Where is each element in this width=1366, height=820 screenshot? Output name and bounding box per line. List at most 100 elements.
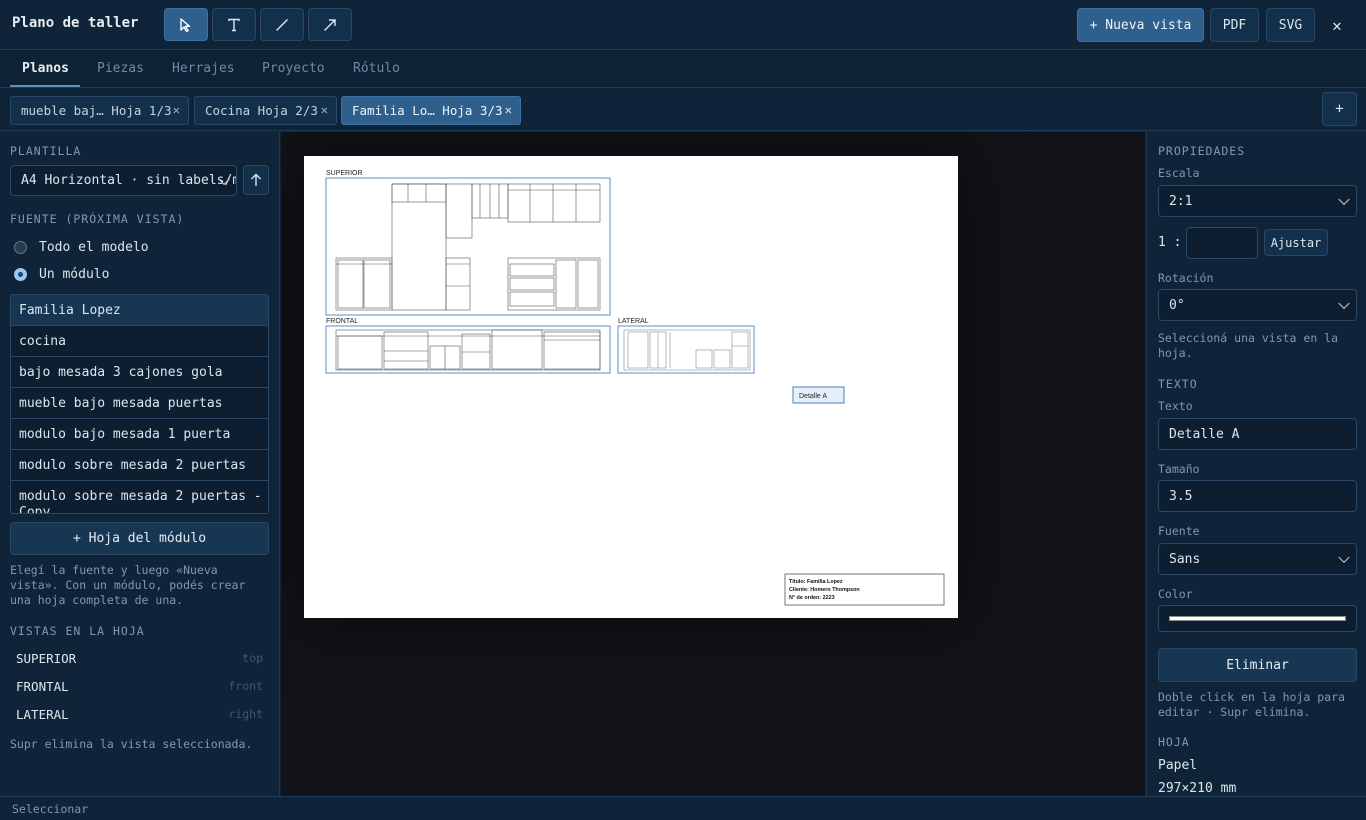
fit-button[interactable]: Ajustar <box>1264 229 1328 256</box>
template-label: PLANTILLA <box>10 144 82 158</box>
list-item[interactable]: cocina <box>11 326 268 357</box>
view-lateral[interactable] <box>617 325 755 374</box>
list-item[interactable]: modulo sobre mesada 2 puertas - Copy <box>11 481 268 513</box>
view-direction: top <box>242 651 263 665</box>
sheet-tab-label: mueble baj… Hoja 1/3 <box>21 103 172 118</box>
title-block-orden: N° de orden: 2223 <box>789 595 835 601</box>
title-block[interactable]: Título: Familia Lopez Cliente: Homero Th… <box>784 573 945 606</box>
scale-ratio-input[interactable] <box>1186 227 1258 259</box>
text-tool-button[interactable] <box>212 8 256 41</box>
export-pdf-button[interactable]: PDF <box>1210 8 1259 42</box>
sheet-tab-label: Cocina Hoja 2/3 <box>205 103 318 118</box>
left-panel: PLANTILLA A4 Horizontal · sin labels/m F… <box>0 132 280 796</box>
list-item[interactable]: Familia Lopez <box>11 295 268 326</box>
view-label-frontal: FRONTAL <box>326 318 358 325</box>
list-item[interactable]: modulo sobre mesada 2 puertas <box>11 450 268 481</box>
app-title: Plano de taller <box>12 15 139 31</box>
view-row-lateral[interactable]: LATERAL right <box>16 707 263 722</box>
view-frontal[interactable] <box>325 325 611 374</box>
rotation-value: 0° <box>1169 297 1185 313</box>
chevron-down-icon <box>1338 551 1350 564</box>
color-label: Color <box>1158 587 1193 601</box>
view-label-lateral: LATERAL <box>618 318 649 325</box>
view-name: SUPERIOR <box>16 651 77 666</box>
add-sheet-button[interactable]: + <box>1322 92 1357 126</box>
size-input[interactable]: 3.5 <box>1158 480 1357 512</box>
view-row-superior[interactable]: SUPERIOR top <box>16 651 263 666</box>
size-label: Tamaño <box>1158 462 1200 476</box>
radio-unchecked-icon[interactable] <box>14 241 27 254</box>
delete-hint: Doble click en la hoja para editar · Sup… <box>1158 690 1345 719</box>
detail-text: Detalle A <box>799 393 827 400</box>
text-icon <box>228 18 240 31</box>
view-name: LATERAL <box>16 707 69 722</box>
select-view-hint: Seleccioná una vista en la hoja. <box>1158 331 1339 360</box>
select-tool-button[interactable] <box>164 8 208 41</box>
scale-value: 2:1 <box>1169 193 1193 209</box>
rotation-select[interactable]: 0° <box>1158 289 1357 321</box>
list-item[interactable]: modulo bajo mesada 1 puerta <box>11 419 268 450</box>
paper-label: Papel <box>1158 758 1198 773</box>
sheet-tab-1[interactable]: mueble baj… Hoja 1/3 ✕ <box>10 96 189 125</box>
line-tool-button[interactable] <box>260 8 304 41</box>
view-superior[interactable] <box>325 177 611 316</box>
list-item[interactable]: mueble bajo mesada puertas <box>11 388 268 419</box>
line-icon <box>276 18 288 31</box>
chevron-down-icon <box>1338 297 1350 310</box>
text-input[interactable]: Detalle A <box>1158 418 1357 450</box>
view-label-superior: SUPERIOR <box>326 170 363 177</box>
source-label: FUENTE (PRÓXIMA VISTA) <box>10 212 185 226</box>
tab-planos[interactable]: Planos <box>22 61 69 76</box>
sheet-tabs: mueble baj… Hoja 1/3 ✕ Cocina Hoja 2/3 ✕… <box>0 89 1366 131</box>
tab-proyecto[interactable]: Proyecto <box>262 61 325 76</box>
font-label: Fuente <box>1158 524 1200 538</box>
tab-piezas[interactable]: Piezas <box>97 61 144 76</box>
sheet-drawing: SUPERIOR FRONTAL LATERAL Detalle A Títul… <box>325 170 945 606</box>
scale-select[interactable]: 2:1 <box>1158 185 1357 217</box>
sheet-section-label: HOJA <box>1158 735 1190 749</box>
sheet-tab-2[interactable]: Cocina Hoja 2/3 ✕ <box>194 96 337 125</box>
radio-checked-icon[interactable] <box>14 268 27 281</box>
close-icon[interactable]: ✕ <box>321 103 328 117</box>
color-swatch <box>1169 616 1346 621</box>
tab-herrajes[interactable]: Herrajes <box>172 61 235 76</box>
title-block-titulo: Título: Familia Lopez <box>789 579 843 585</box>
radio-label: Un módulo <box>39 267 110 282</box>
font-select[interactable]: Sans <box>1158 543 1357 575</box>
tab-rotulo[interactable]: Rótulo <box>353 61 400 76</box>
paper-size: 297×210 mm <box>1158 781 1237 796</box>
arrow-up-icon <box>251 173 261 186</box>
drawing-sheet[interactable]: SUPERIOR FRONTAL LATERAL Detalle A Títul… <box>304 156 958 618</box>
rotation-label: Rotación <box>1158 271 1214 285</box>
arrow-tool-button[interactable] <box>308 8 352 41</box>
view-name: FRONTAL <box>16 679 69 694</box>
properties-label: PROPIEDADES <box>1158 144 1246 158</box>
close-icon[interactable]: ✕ <box>173 103 180 117</box>
title-block-cliente: Cliente: Homero Thompson <box>789 587 860 593</box>
detail-text-label[interactable]: Detalle A <box>792 386 845 404</box>
radio-one-module[interactable]: Un módulo <box>14 267 109 282</box>
chevron-down-icon <box>1338 193 1350 206</box>
drawing-canvas[interactable]: SUPERIOR FRONTAL LATERAL Detalle A Títul… <box>281 132 1145 796</box>
close-icon[interactable]: ✕ <box>505 103 512 117</box>
source-help-text: Elegí la fuente y luego «Nueva vista». C… <box>10 563 246 607</box>
delete-button[interactable]: Eliminar <box>1158 648 1357 682</box>
views-help-text: Supr elimina la vista seleccionada. <box>10 737 253 751</box>
active-tab-indicator <box>10 85 80 87</box>
new-view-button[interactable]: + Nueva vista <box>1077 8 1204 42</box>
list-item[interactable]: bajo mesada 3 cajones gola <box>11 357 268 388</box>
view-row-frontal[interactable]: FRONTAL front <box>16 679 263 694</box>
module-sheet-button[interactable]: + Hoja del módulo <box>10 522 269 555</box>
color-picker[interactable] <box>1158 605 1357 632</box>
move-up-button[interactable] <box>243 165 269 195</box>
ratio-prefix: 1 : <box>1158 235 1182 250</box>
font-value: Sans <box>1169 551 1201 567</box>
radio-whole-model[interactable]: Todo el modelo <box>14 240 149 255</box>
export-svg-button[interactable]: SVG <box>1266 8 1315 42</box>
close-icon[interactable]: ✕ <box>1326 14 1348 36</box>
main-tabs: Planos Piezas Herrajes Proyecto Rótulo <box>0 51 1366 88</box>
template-select[interactable]: A4 Horizontal · sin labels/m <box>10 165 237 196</box>
select-icon <box>180 17 191 32</box>
sheet-tab-3[interactable]: Familia Lo… Hoja 3/3 ✕ <box>341 96 521 125</box>
views-label: VISTAS EN LA HOJA <box>10 624 145 638</box>
